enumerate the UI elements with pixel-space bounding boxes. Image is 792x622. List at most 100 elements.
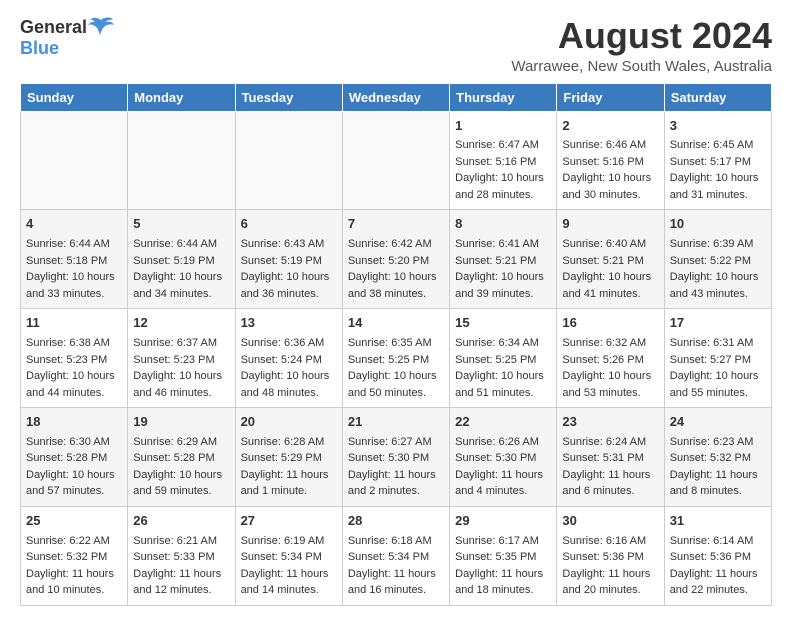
day-number: 5 xyxy=(133,215,229,234)
table-row: 20 Sunrise: 6:28 AM Sunset: 5:29 PM Dayli… xyxy=(235,408,342,507)
day-number: 10 xyxy=(670,215,766,234)
day-number: 24 xyxy=(670,413,766,432)
day-number: 31 xyxy=(670,512,766,531)
day-details: Sunrise: 6:19 AM Sunset: 5:34 PM Dayligh… xyxy=(241,533,337,599)
logo-general: General xyxy=(20,17,87,38)
day-number: 20 xyxy=(241,413,337,432)
calendar-week-row: 1Sunrise: 6:47 AM Sunset: 5:16 PM Daylig… xyxy=(21,111,772,210)
day-details: Sunrise: 6:29 AM Sunset: 5:28 PM Dayligh… xyxy=(133,434,229,500)
day-number: 1 xyxy=(455,117,551,136)
table-row: 14 Sunrise: 6:35 AM Sunset: 5:25 PM Dayli… xyxy=(342,309,449,408)
day-details: Sunrise: 6:28 AM Sunset: 5:29 PM Dayligh… xyxy=(241,434,337,500)
table-row: 11 Sunrise: 6:38 AM Sunset: 5:23 PM Dayli… xyxy=(21,309,128,408)
table-row: 18 Sunrise: 6:30 AM Sunset: 5:28 PM Dayli… xyxy=(21,408,128,507)
day-details: Sunrise: 6:42 AM Sunset: 5:20 PM Dayligh… xyxy=(348,236,444,302)
table-row: 13 Sunrise: 6:36 AM Sunset: 5:24 PM Dayli… xyxy=(235,309,342,408)
logo: General Blue xyxy=(20,16,115,59)
day-details: Sunrise: 6:46 AM Sunset: 5:16 PM Dayligh… xyxy=(562,137,658,203)
day-details: Sunrise: 6:31 AM Sunset: 5:27 PM Dayligh… xyxy=(670,335,766,401)
table-row: 4 Sunrise: 6:44 AM Sunset: 5:18 PM Daylig… xyxy=(21,210,128,309)
day-details: Sunrise: 6:44 AM Sunset: 5:18 PM Dayligh… xyxy=(26,236,122,302)
page-title: August 2024 xyxy=(511,16,772,56)
table-row: 30Sunrise: 6:16 AM Sunset: 5:36 PM Dayli… xyxy=(557,506,664,605)
day-number: 8 xyxy=(455,215,551,234)
day-number: 11 xyxy=(26,314,122,333)
table-row: 8 Sunrise: 6:41 AM Sunset: 5:21 PM Daylig… xyxy=(450,210,557,309)
day-number: 26 xyxy=(133,512,229,531)
day-number: 21 xyxy=(348,413,444,432)
day-number: 9 xyxy=(562,215,658,234)
table-row: 26Sunrise: 6:21 AM Sunset: 5:33 PM Dayli… xyxy=(128,506,235,605)
col-thursday: Thursday xyxy=(450,83,557,111)
calendar-header-row: Sunday Monday Tuesday Wednesday Thursday… xyxy=(21,83,772,111)
col-friday: Friday xyxy=(557,83,664,111)
table-row: 19 Sunrise: 6:29 AM Sunset: 5:28 PM Dayli… xyxy=(128,408,235,507)
day-details: Sunrise: 6:44 AM Sunset: 5:19 PM Dayligh… xyxy=(133,236,229,302)
day-number: 4 xyxy=(26,215,122,234)
table-row: 17 Sunrise: 6:31 AM Sunset: 5:27 PM Dayli… xyxy=(664,309,771,408)
day-number: 27 xyxy=(241,512,337,531)
day-number: 22 xyxy=(455,413,551,432)
day-number: 2 xyxy=(562,117,658,136)
calendar-week-row: 4 Sunrise: 6:44 AM Sunset: 5:18 PM Daylig… xyxy=(21,210,772,309)
day-details: Sunrise: 6:45 AM Sunset: 5:17 PM Dayligh… xyxy=(670,137,766,203)
col-tuesday: Tuesday xyxy=(235,83,342,111)
day-details: Sunrise: 6:17 AM Sunset: 5:35 PM Dayligh… xyxy=(455,533,551,599)
day-number: 6 xyxy=(241,215,337,234)
table-row: 2Sunrise: 6:46 AM Sunset: 5:16 PM Daylig… xyxy=(557,111,664,210)
calendar-week-row: 18 Sunrise: 6:30 AM Sunset: 5:28 PM Dayli… xyxy=(21,408,772,507)
day-number: 28 xyxy=(348,512,444,531)
table-row: 23 Sunrise: 6:24 AM Sunset: 5:31 PM Dayli… xyxy=(557,408,664,507)
day-number: 17 xyxy=(670,314,766,333)
day-details: Sunrise: 6:22 AM Sunset: 5:32 PM Dayligh… xyxy=(26,533,122,599)
calendar-table: Sunday Monday Tuesday Wednesday Thursday… xyxy=(20,83,772,606)
table-row: 1Sunrise: 6:47 AM Sunset: 5:16 PM Daylig… xyxy=(450,111,557,210)
day-number: 15 xyxy=(455,314,551,333)
day-number: 13 xyxy=(241,314,337,333)
day-number: 19 xyxy=(133,413,229,432)
day-number: 23 xyxy=(562,413,658,432)
page-subtitle: Warrawee, New South Wales, Australia xyxy=(511,58,772,75)
table-row: 25 Sunrise: 6:22 AM Sunset: 5:32 PM Dayli… xyxy=(21,506,128,605)
day-details: Sunrise: 6:16 AM Sunset: 5:36 PM Dayligh… xyxy=(562,533,658,599)
day-number: 18 xyxy=(26,413,122,432)
day-details: Sunrise: 6:24 AM Sunset: 5:31 PM Dayligh… xyxy=(562,434,658,500)
col-wednesday: Wednesday xyxy=(342,83,449,111)
calendar-week-row: 11 Sunrise: 6:38 AM Sunset: 5:23 PM Dayli… xyxy=(21,309,772,408)
day-details: Sunrise: 6:27 AM Sunset: 5:30 PM Dayligh… xyxy=(348,434,444,500)
table-row: 16Sunrise: 6:32 AM Sunset: 5:26 PM Dayli… xyxy=(557,309,664,408)
day-number: 12 xyxy=(133,314,229,333)
day-details: Sunrise: 6:30 AM Sunset: 5:28 PM Dayligh… xyxy=(26,434,122,500)
day-details: Sunrise: 6:34 AM Sunset: 5:25 PM Dayligh… xyxy=(455,335,551,401)
table-row: 31Sunrise: 6:14 AM Sunset: 5:36 PM Dayli… xyxy=(664,506,771,605)
day-details: Sunrise: 6:38 AM Sunset: 5:23 PM Dayligh… xyxy=(26,335,122,401)
day-details: Sunrise: 6:43 AM Sunset: 5:19 PM Dayligh… xyxy=(241,236,337,302)
table-row: 5 Sunrise: 6:44 AM Sunset: 5:19 PM Daylig… xyxy=(128,210,235,309)
col-monday: Monday xyxy=(128,83,235,111)
header: General Blue August 2024 Warrawee, New S… xyxy=(20,16,772,75)
table-row xyxy=(342,111,449,210)
day-number: 3 xyxy=(670,117,766,136)
logo-bird-icon xyxy=(87,16,115,38)
table-row: 9 Sunrise: 6:40 AM Sunset: 5:21 PM Daylig… xyxy=(557,210,664,309)
day-number: 16 xyxy=(562,314,658,333)
title-area: August 2024 Warrawee, New South Wales, A… xyxy=(511,16,772,75)
table-row: 21 Sunrise: 6:27 AM Sunset: 5:30 PM Dayli… xyxy=(342,408,449,507)
day-details: Sunrise: 6:40 AM Sunset: 5:21 PM Dayligh… xyxy=(562,236,658,302)
day-number: 25 xyxy=(26,512,122,531)
table-row: 10Sunrise: 6:39 AM Sunset: 5:22 PM Dayli… xyxy=(664,210,771,309)
day-number: 14 xyxy=(348,314,444,333)
table-row: 29 Sunrise: 6:17 AM Sunset: 5:35 PM Dayli… xyxy=(450,506,557,605)
table-row: 12Sunrise: 6:37 AM Sunset: 5:23 PM Dayli… xyxy=(128,309,235,408)
day-details: Sunrise: 6:18 AM Sunset: 5:34 PM Dayligh… xyxy=(348,533,444,599)
table-row xyxy=(235,111,342,210)
day-details: Sunrise: 6:35 AM Sunset: 5:25 PM Dayligh… xyxy=(348,335,444,401)
col-sunday: Sunday xyxy=(21,83,128,111)
day-details: Sunrise: 6:41 AM Sunset: 5:21 PM Dayligh… xyxy=(455,236,551,302)
table-row: 6 Sunrise: 6:43 AM Sunset: 5:19 PM Daylig… xyxy=(235,210,342,309)
table-row: 15 Sunrise: 6:34 AM Sunset: 5:25 PM Dayli… xyxy=(450,309,557,408)
day-number: 29 xyxy=(455,512,551,531)
col-saturday: Saturday xyxy=(664,83,771,111)
table-row: 24Sunrise: 6:23 AM Sunset: 5:32 PM Dayli… xyxy=(664,408,771,507)
day-details: Sunrise: 6:36 AM Sunset: 5:24 PM Dayligh… xyxy=(241,335,337,401)
